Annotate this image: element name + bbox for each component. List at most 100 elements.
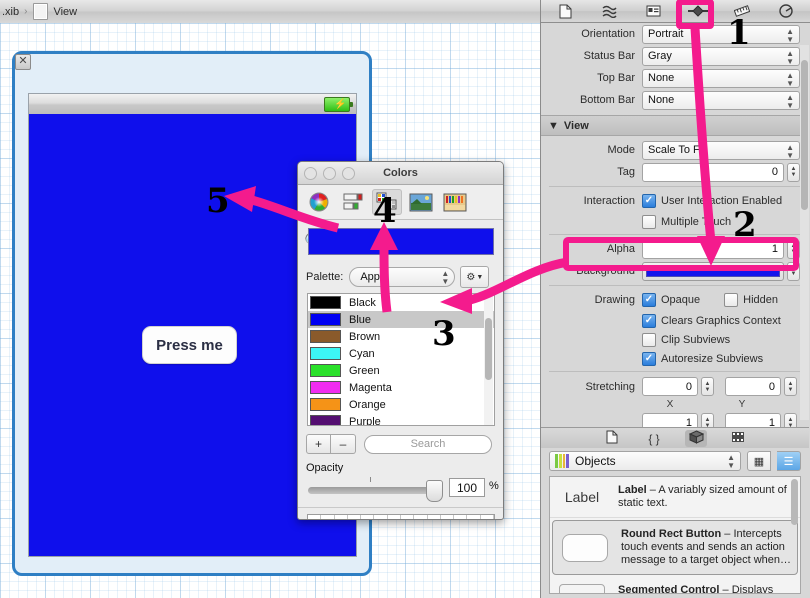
colors-panel-toolbar[interactable] <box>298 185 503 220</box>
opaque-checkbox[interactable] <box>642 293 656 307</box>
color-row[interactable]: Purple <box>308 413 494 425</box>
color-swatch <box>310 364 341 377</box>
library-selector-bar[interactable]: { } <box>541 427 809 450</box>
identity-inspector-icon[interactable] <box>643 3 665 20</box>
width-input[interactable]: 1 <box>642 413 698 427</box>
tray-slot[interactable] <box>361 515 375 519</box>
tray-slot[interactable] <box>481 515 494 519</box>
tag-input[interactable]: 0 <box>642 162 784 182</box>
opacity-value-input[interactable]: 100 <box>449 478 485 497</box>
stretching-x-input[interactable]: 0 <box>642 377 698 396</box>
stretching-y-stepper[interactable]: ▲ ▼ <box>784 377 797 396</box>
image-palettes-icon[interactable] <box>406 189 436 215</box>
color-swatch-tray[interactable] <box>307 514 495 519</box>
color-wheel-icon[interactable] <box>304 189 334 215</box>
breadcrumb-file[interactable]: .xib <box>0 6 21 18</box>
chevron-updown-icon: ▲ ▼ <box>786 92 794 110</box>
media-library-icon[interactable] <box>727 431 749 446</box>
view-section-header[interactable]: ▼ View <box>541 115 809 136</box>
multiple-touch-checkbox[interactable] <box>642 214 656 229</box>
colors-panel-current-swatch[interactable] <box>308 228 494 255</box>
file-inspector-icon[interactable] <box>555 3 577 20</box>
utilities-panel[interactable]: Orientation Portrait ▲ ▼ Status Bar Gray … <box>540 0 810 598</box>
size-inspector-icon[interactable] <box>731 3 753 20</box>
alpha-input[interactable]: 1 <box>642 239 784 259</box>
connections-inspector-icon[interactable] <box>775 3 797 20</box>
tray-slot[interactable] <box>467 515 481 519</box>
tray-slot[interactable] <box>374 515 388 519</box>
tray-slot[interactable] <box>454 515 468 519</box>
palette-select[interactable]: Apple ▲ ▼ <box>349 267 456 287</box>
tray-slot[interactable] <box>441 515 455 519</box>
color-list[interactable]: Black Blue Brown Cyan Green Magenta Orange Purp… <box>307 293 495 426</box>
color-palettes-icon[interactable] <box>372 189 402 215</box>
top-bar-select[interactable]: None ▲ ▼ <box>642 68 800 88</box>
tray-slot[interactable] <box>414 515 428 519</box>
opacity-slider[interactable] <box>308 487 434 494</box>
library-scroll-thumb[interactable] <box>791 479 798 525</box>
alpha-stepper[interactable]: ▲ ▼ <box>787 239 800 259</box>
stretching-y-input[interactable]: 0 <box>725 377 781 396</box>
stretching-x-stepper[interactable]: ▲ ▼ <box>701 377 714 396</box>
opacity-slider-knob[interactable] <box>426 480 443 502</box>
inspector-scroll-thumb[interactable] <box>801 60 808 210</box>
tray-slot[interactable] <box>308 515 322 519</box>
inspector-selector-bar[interactable] <box>541 0 810 23</box>
grid-view-button[interactable]: ▦ <box>747 451 771 471</box>
clip-subviews-checkbox[interactable] <box>642 332 656 347</box>
color-row[interactable]: Green <box>308 362 494 379</box>
width-stepper[interactable]: ▲ ▼ <box>701 413 714 427</box>
autoresize-subviews-checkbox[interactable] <box>642 351 656 366</box>
quick-help-inspector-icon[interactable] <box>599 3 621 20</box>
code-snippet-library-icon[interactable]: { } <box>643 432 665 446</box>
list-view-button[interactable]: ☰ <box>777 451 801 471</box>
list-item[interactable]: Round Rect Button – Intercepts touch eve… <box>552 520 798 575</box>
list-item[interactable]: Label Label – A variably sized amount of… <box>550 477 800 518</box>
tag-stepper[interactable]: ▲ ▼ <box>787 162 800 182</box>
tray-slot[interactable] <box>348 515 362 519</box>
file-template-library-icon[interactable] <box>601 430 623 447</box>
hidden-checkbox[interactable] <box>724 293 739 307</box>
user-interaction-checkbox[interactable] <box>642 194 656 208</box>
bottom-bar-select[interactable]: None ▲ ▼ <box>642 90 800 110</box>
library-list[interactable]: Label Label – A variably sized amount of… <box>549 476 801 594</box>
color-row[interactable]: Brown <box>308 328 494 345</box>
height-input[interactable]: 1 <box>725 413 781 427</box>
color-row[interactable]: Magenta <box>308 379 494 396</box>
height-stepper[interactable]: ▲ ▼ <box>784 413 797 427</box>
gear-button[interactable]: ⚙ ▼ <box>460 266 490 288</box>
list-item[interactable]: Segmented Control – Displays <box>550 577 800 593</box>
add-color-button[interactable]: + <box>306 434 331 454</box>
close-icon[interactable]: ✕ <box>15 54 31 70</box>
color-row[interactable]: Cyan <box>308 345 494 362</box>
attributes-inspector-icon[interactable] <box>687 3 709 20</box>
colors-panel-titlebar[interactable]: Colors <box>298 162 503 185</box>
background-color-stepper[interactable]: ▲ ▼ <box>787 261 800 281</box>
object-library-icon[interactable] <box>685 430 707 447</box>
tray-slot[interactable] <box>388 515 401 519</box>
mode-select[interactable]: Scale To Fill ▲ ▼ <box>642 140 800 160</box>
background-color-well[interactable] <box>642 261 784 281</box>
color-row[interactable]: Orange <box>308 396 494 413</box>
crayons-icon[interactable] <box>440 189 470 215</box>
tray-slot[interactable] <box>335 515 348 519</box>
remove-color-button[interactable]: – <box>331 434 356 454</box>
search-input[interactable]: Search <box>364 434 492 454</box>
tray-slot[interactable] <box>428 515 441 519</box>
colors-panel[interactable]: Colors Palette: Apple ▲ ▼ ⚙ ▼ Black Blue… <box>297 161 504 520</box>
color-row[interactable]: Black <box>308 294 494 311</box>
breadcrumb-item-view[interactable]: View <box>51 6 79 18</box>
clears-graphics-context-checkbox[interactable] <box>642 313 656 328</box>
color-sliders-icon[interactable] <box>338 189 368 215</box>
jump-bar[interactable]: .xib › View <box>0 0 540 24</box>
blue-color-row[interactable]: Blue <box>308 311 494 328</box>
tray-slot[interactable] <box>401 515 415 519</box>
color-list-scroll-thumb[interactable] <box>485 318 492 380</box>
tray-slot[interactable] <box>321 515 335 519</box>
press-me-button[interactable]: Press me <box>142 326 237 364</box>
status-bar-select[interactable]: Gray ▲ ▼ <box>642 46 800 66</box>
orientation-select[interactable]: Portrait ▲ ▼ <box>642 24 800 44</box>
library-category-select[interactable]: Objects ▲ ▼ <box>549 451 741 471</box>
disclosure-triangle-icon[interactable]: ▼ <box>548 120 559 132</box>
color-name: Cyan <box>349 347 375 360</box>
